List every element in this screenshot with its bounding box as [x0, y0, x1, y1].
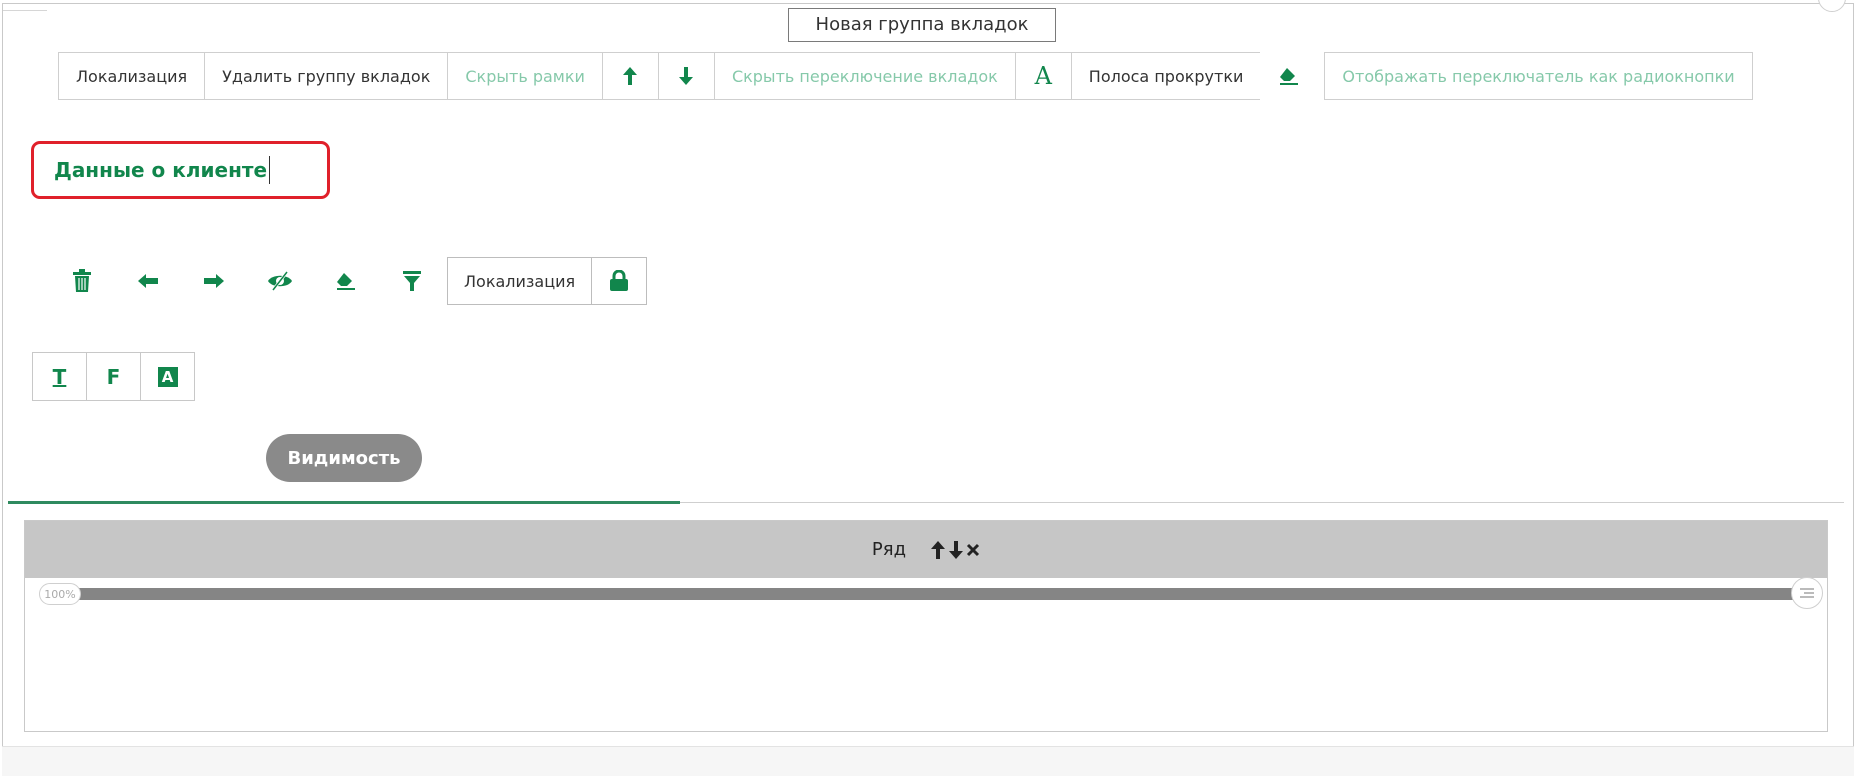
- field-icon: F: [106, 364, 121, 389]
- row-delete-icon[interactable]: [966, 543, 980, 557]
- filter-button[interactable]: [379, 257, 445, 305]
- field-format-button[interactable]: F: [86, 352, 141, 401]
- row-label: Ряд: [871, 539, 907, 560]
- move-down-button[interactable]: [657, 52, 715, 100]
- tab-name-value: Данные о клиенте: [54, 158, 268, 182]
- tab-localization-button[interactable]: Локализация: [447, 257, 593, 305]
- list-icon: [1800, 588, 1814, 598]
- active-tab-indicator[interactable]: [8, 501, 680, 504]
- font-button[interactable]: A: [1014, 52, 1072, 100]
- filter-icon: [403, 271, 421, 291]
- move-up-button[interactable]: [601, 52, 659, 100]
- eraser-icon: [337, 273, 355, 290]
- style-box-icon: A: [157, 366, 178, 387]
- font-icon: A: [1034, 62, 1052, 90]
- clear-format-button[interactable]: [313, 257, 379, 305]
- scrollbar-button[interactable]: Полоса прокрутки: [1070, 52, 1262, 100]
- hide-borders-button[interactable]: Скрыть рамки: [447, 52, 603, 100]
- delete-tab-group-button[interactable]: Удалить группу вкладок: [204, 52, 449, 100]
- arrow-left-icon: [138, 274, 158, 288]
- eraser-button[interactable]: [1260, 52, 1318, 100]
- format-buttons-row: T F A: [32, 352, 195, 401]
- trash-icon: [73, 269, 91, 292]
- row-header: Ряд: [25, 521, 1827, 578]
- arrow-right-icon: [204, 274, 224, 288]
- group-toolbar: Локализация Удалить группу вкладок Скрыт…: [58, 52, 1753, 102]
- eye-slash-icon: [268, 271, 292, 291]
- hide-tab-switch-button[interactable]: Скрыть переключение вкладок: [713, 52, 1016, 100]
- row-move-up-icon[interactable]: [930, 540, 946, 560]
- frame-corner-left: [3, 4, 47, 11]
- lock-icon: [610, 270, 629, 291]
- close-circle-button[interactable]: [1818, 0, 1846, 12]
- tab-name-input[interactable]: Данные о клиенте: [31, 141, 330, 199]
- arrow-up-icon: [623, 67, 638, 85]
- lock-button[interactable]: [591, 257, 648, 305]
- row-width-percent: 100%: [39, 583, 81, 605]
- tab-tools-row: Локализация: [49, 257, 648, 305]
- row-controls: [930, 540, 980, 560]
- row-container: Ряд 100%: [24, 520, 1828, 732]
- eraser-icon: [1279, 68, 1298, 85]
- visibility-button[interactable]: Видимость: [266, 434, 422, 482]
- localization-button[interactable]: Локализация: [58, 52, 206, 100]
- dialog-footer-strip: [2, 746, 1854, 776]
- move-right-button[interactable]: [181, 257, 247, 305]
- move-left-button[interactable]: [115, 257, 181, 305]
- delete-tab-button[interactable]: [49, 257, 115, 305]
- arrow-down-icon: [679, 67, 694, 85]
- style-format-button[interactable]: A: [140, 352, 195, 401]
- row-width-slider[interactable]: [45, 588, 1815, 600]
- tab-group-title[interactable]: Новая группа вкладок: [788, 8, 1056, 42]
- text-format-button[interactable]: T: [32, 352, 87, 401]
- text-caret: [269, 156, 271, 184]
- row-settings-handle[interactable]: [1791, 577, 1823, 609]
- toggle-visibility-button[interactable]: [247, 257, 313, 305]
- radio-switch-button[interactable]: Отображать переключатель как радиокнопки: [1324, 52, 1753, 100]
- text-underline-icon: T: [52, 364, 67, 389]
- row-move-down-icon[interactable]: [948, 540, 964, 560]
